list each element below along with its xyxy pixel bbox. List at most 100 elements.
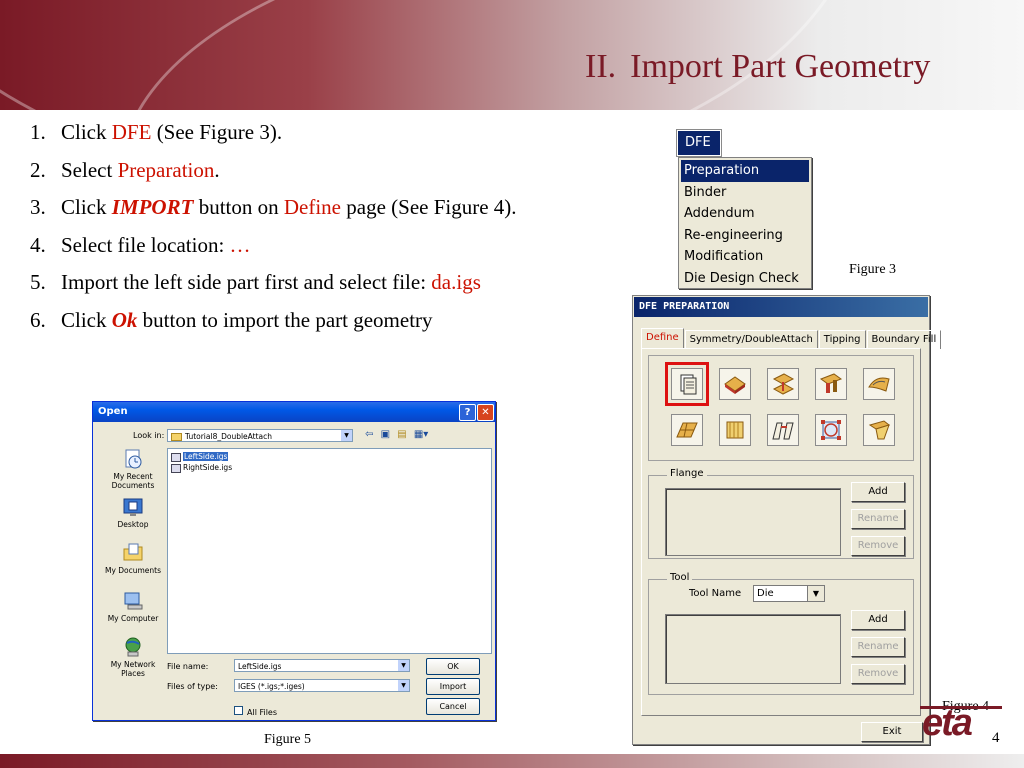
menu-item-addendum[interactable]: Addendum [679,203,811,225]
folder-icon [171,433,182,441]
step-item: 6. Click Ok button to import the part geo… [30,308,517,346]
flange-list[interactable] [665,488,841,556]
view-menu-icon[interactable]: ▦▾ [414,429,428,440]
new-folder-icon[interactable]: ▤ [397,429,406,440]
mesh-icon[interactable] [671,414,703,446]
import-icon[interactable] [665,362,709,406]
place-desktop[interactable]: Desktop [101,496,165,529]
step-list: 1. Click DFE (See Figure 3). 2. Select Pre… [30,120,517,345]
flange-group: Flange Add Rename Remove [648,468,914,559]
footer-bar [0,754,1024,768]
cancel-button[interactable]: Cancel [426,698,480,715]
flange-add-button[interactable]: Add [851,482,905,502]
step-number: 2. [30,157,46,182]
recent-documents-icon [122,448,144,470]
surface-icon[interactable] [863,368,895,400]
step-item: 5. Import the left side part first and se… [30,270,517,308]
step-text: Click [61,195,112,219]
transform-icon[interactable] [815,368,847,400]
menu-item-preparation[interactable]: Preparation [681,160,809,182]
my-documents-icon [122,542,144,564]
help-icon[interactable]: ? [459,404,476,421]
file-name: RightSide.igs [183,463,233,472]
step-number: 5. [30,270,46,294]
tool-rename-button[interactable]: Rename [851,637,905,657]
flip-icon[interactable] [767,414,799,446]
menu-item-die-design-check[interactable]: Die Design Check [679,268,811,290]
files-of-type-select[interactable]: IGES (*.igs;*.iges) ▼ [234,679,410,692]
step-number: 4. [30,232,46,257]
tool-icon-grid [648,355,914,461]
dfe-menu-button[interactable]: DFE [677,130,721,156]
step-highlight: Define [283,195,341,219]
tool-name-select[interactable]: Die ▼ [753,585,825,602]
check-icon[interactable] [815,414,847,446]
back-icon[interactable]: ⇦ [365,429,373,440]
offset-icon[interactable] [767,368,799,400]
tab-tipping[interactable]: Tipping [818,330,866,349]
file-item-rightside[interactable]: RightSide.igs [171,463,232,473]
edge-icon[interactable] [863,414,895,446]
place-label: Desktop [117,520,149,529]
tool-label: Tool [667,572,693,583]
tool-add-button[interactable]: Add [851,610,905,630]
step-text: Click [61,120,112,144]
import-button[interactable]: Import [426,678,480,695]
place-label: My Documents [104,566,162,575]
tool-name-value: Die [757,588,774,599]
chevron-down-icon: ▼ [398,660,409,671]
menu-item-re-engineering[interactable]: Re-engineering [679,225,811,247]
desktop-icon [122,496,144,518]
chevron-down-icon: ▼ [398,680,409,691]
tab-define[interactable]: Define [641,328,684,349]
exit-button[interactable]: Exit [861,722,923,742]
place-my-recent-documents[interactable]: My Recent Documents [101,448,165,490]
tab-symmetry-doubleattach[interactable]: Symmetry/DoubleAttach [684,330,818,349]
step-item: 3. Click IMPORT button on Define page (Se… [30,195,517,233]
all-files-label: All Files [247,708,278,717]
menu-item-modification[interactable]: Modification [679,246,811,268]
place-label: My Network Places [110,660,156,678]
close-icon[interactable]: ✕ [477,404,494,421]
flange-rename-button[interactable]: Rename [851,509,905,529]
network-places-icon [122,636,144,658]
file-icon [171,463,181,473]
tab-boundary-fill[interactable]: Boundary Fill [866,330,942,349]
file-name: LeftSide.igs [183,452,229,461]
ok-button[interactable]: OK [426,658,480,675]
place-my-computer[interactable]: My Computer [101,590,165,623]
tool-list[interactable] [665,614,841,684]
step-text: . [214,157,220,182]
step-text: button on [193,195,284,219]
step-text: (See Figure 3). [151,120,283,144]
all-files-checkbox-row[interactable]: All Files [234,700,277,719]
chevron-down-icon: ▼ [807,586,824,601]
tool-remove-button[interactable]: Remove [851,664,905,684]
fill-icon[interactable] [719,414,751,446]
place-my-documents[interactable]: My Documents [101,542,165,575]
step-number: 1. [30,120,46,144]
file-name-input[interactable]: LeftSide.igs ▼ [234,659,410,672]
step-number: 3. [30,195,46,219]
step-text: Select file location: [61,232,230,257]
menu-item-binder[interactable]: Binder [679,182,811,204]
file-list: LeftSide.igs RightSide.igs [167,448,492,654]
step-text: Import the left side part first and sele… [61,270,432,294]
place-label: My Computer [107,614,159,623]
figure-5-caption: Figure 5 [264,732,312,747]
flange-remove-button[interactable]: Remove [851,536,905,556]
look-in-select[interactable]: Tutorial8_DoubleAttach ▼ [167,429,353,442]
dfe-dropdown-menu: Preparation Binder Addendum Re-engineeri… [678,157,812,289]
file-item-leftside[interactable]: LeftSide.igs [171,452,229,462]
place-my-network-places[interactable]: My Network Places [101,636,165,678]
step-highlight: IMPORT [111,195,194,219]
step-item: 2. Select Preparation. [30,158,517,196]
up-folder-icon[interactable]: ▣ [381,429,390,440]
file-name-label: File name: [167,662,209,671]
part-icon[interactable] [719,368,751,400]
step-highlight: … [229,232,251,257]
step-highlight: DFE [111,120,152,144]
all-files-checkbox[interactable] [234,706,243,715]
window-title: DFE PREPARATION [634,297,928,317]
dfe-preparation-window: DFE PREPARATION Define Symmetry/DoubleAtt… [632,295,942,745]
